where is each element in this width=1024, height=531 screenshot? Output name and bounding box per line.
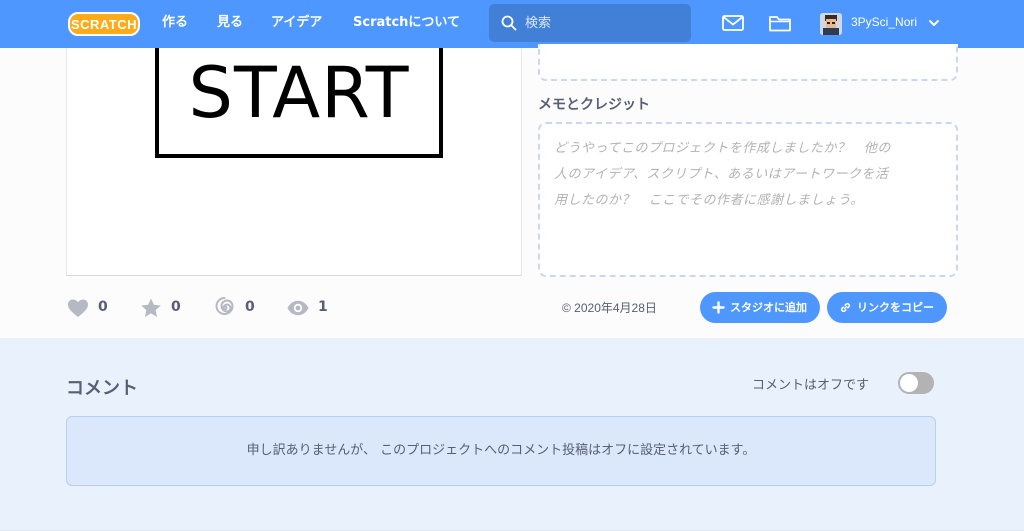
remix-spiral-icon — [215, 297, 234, 315]
start-sign: START — [155, 48, 443, 158]
star-icon — [141, 298, 161, 317]
chevron-down-icon[interactable] — [928, 18, 940, 28]
love-stat[interactable]: 0 — [66, 296, 116, 320]
views-stat: 1 — [286, 296, 336, 320]
search-input[interactable] — [525, 12, 675, 34]
heart-icon — [68, 299, 88, 317]
toggle-knob — [900, 374, 918, 392]
nav-about-link[interactable]: Scratchについて — [353, 0, 460, 48]
nav-create-link[interactable]: 作る — [162, 0, 188, 48]
link-icon — [840, 302, 851, 313]
remix-count: 0 — [245, 299, 255, 315]
credits-placeholder-line: 用したのか？ ここでその作者に感謝しましょう。 — [554, 193, 864, 208]
scratch-logo[interactable]: SCRATCH — [68, 11, 140, 37]
start-text: START — [188, 52, 410, 134]
search-box — [489, 4, 691, 42]
views-count: 1 — [318, 299, 328, 315]
remix-stat: 0 — [213, 296, 263, 320]
add-to-studio-button[interactable]: スタジオに追加 — [700, 292, 820, 323]
credits-textarea[interactable]: どうやってこのプロジェクトを作成しましたか？ 他の 人のアイデア、スクリプト、あ… — [538, 122, 958, 277]
username[interactable]: 3PySci_Nori — [851, 15, 917, 29]
favorite-count: 0 — [171, 299, 181, 315]
credits-placeholder-line: どうやってこのプロジェクトを作成しましたか？ 他の — [554, 141, 891, 156]
top-nav-bar: SCRATCH 作る 見る アイデア Scratchについて 3PySci_No… — [0, 0, 1024, 48]
scratch-logo-text: SCRATCH — [71, 17, 137, 32]
comments-heading: コメント — [66, 378, 138, 399]
my-stuff-folder-icon[interactable] — [768, 12, 792, 34]
nav-ideas-link[interactable]: アイデア — [271, 0, 322, 48]
credits-placeholder-line: 人のアイデア、スクリプト、あるいはアートワークを活 — [554, 167, 889, 182]
copy-link-button[interactable]: リンクをコピー — [827, 292, 947, 323]
messages-icon[interactable] — [721, 12, 745, 34]
credits-heading: メモとクレジット — [538, 97, 650, 113]
love-count: 0 — [98, 299, 108, 315]
comments-off-label: コメントはオフです — [752, 378, 870, 393]
comments-disabled-notice: 申し訳ありませんが、 このプロジェクトへのコメント投稿はオフに設定されています。 — [66, 416, 936, 486]
share-date: © 2020年4月28日 — [562, 301, 657, 315]
favorite-stat[interactable]: 0 — [139, 296, 189, 320]
nav-explore-link[interactable]: 見る — [217, 0, 243, 48]
instructions-textarea[interactable] — [538, 44, 958, 81]
project-stage[interactable]: START — [66, 48, 522, 276]
plus-icon — [712, 301, 725, 314]
add-to-studio-label: スタジオに追加 — [730, 301, 807, 314]
copy-link-label: リンクをコピー — [857, 301, 934, 314]
comments-toggle[interactable] — [898, 372, 934, 394]
avatar[interactable] — [820, 13, 842, 35]
search-icon — [501, 15, 517, 31]
avatar-image — [820, 13, 842, 35]
eye-icon — [287, 300, 309, 316]
